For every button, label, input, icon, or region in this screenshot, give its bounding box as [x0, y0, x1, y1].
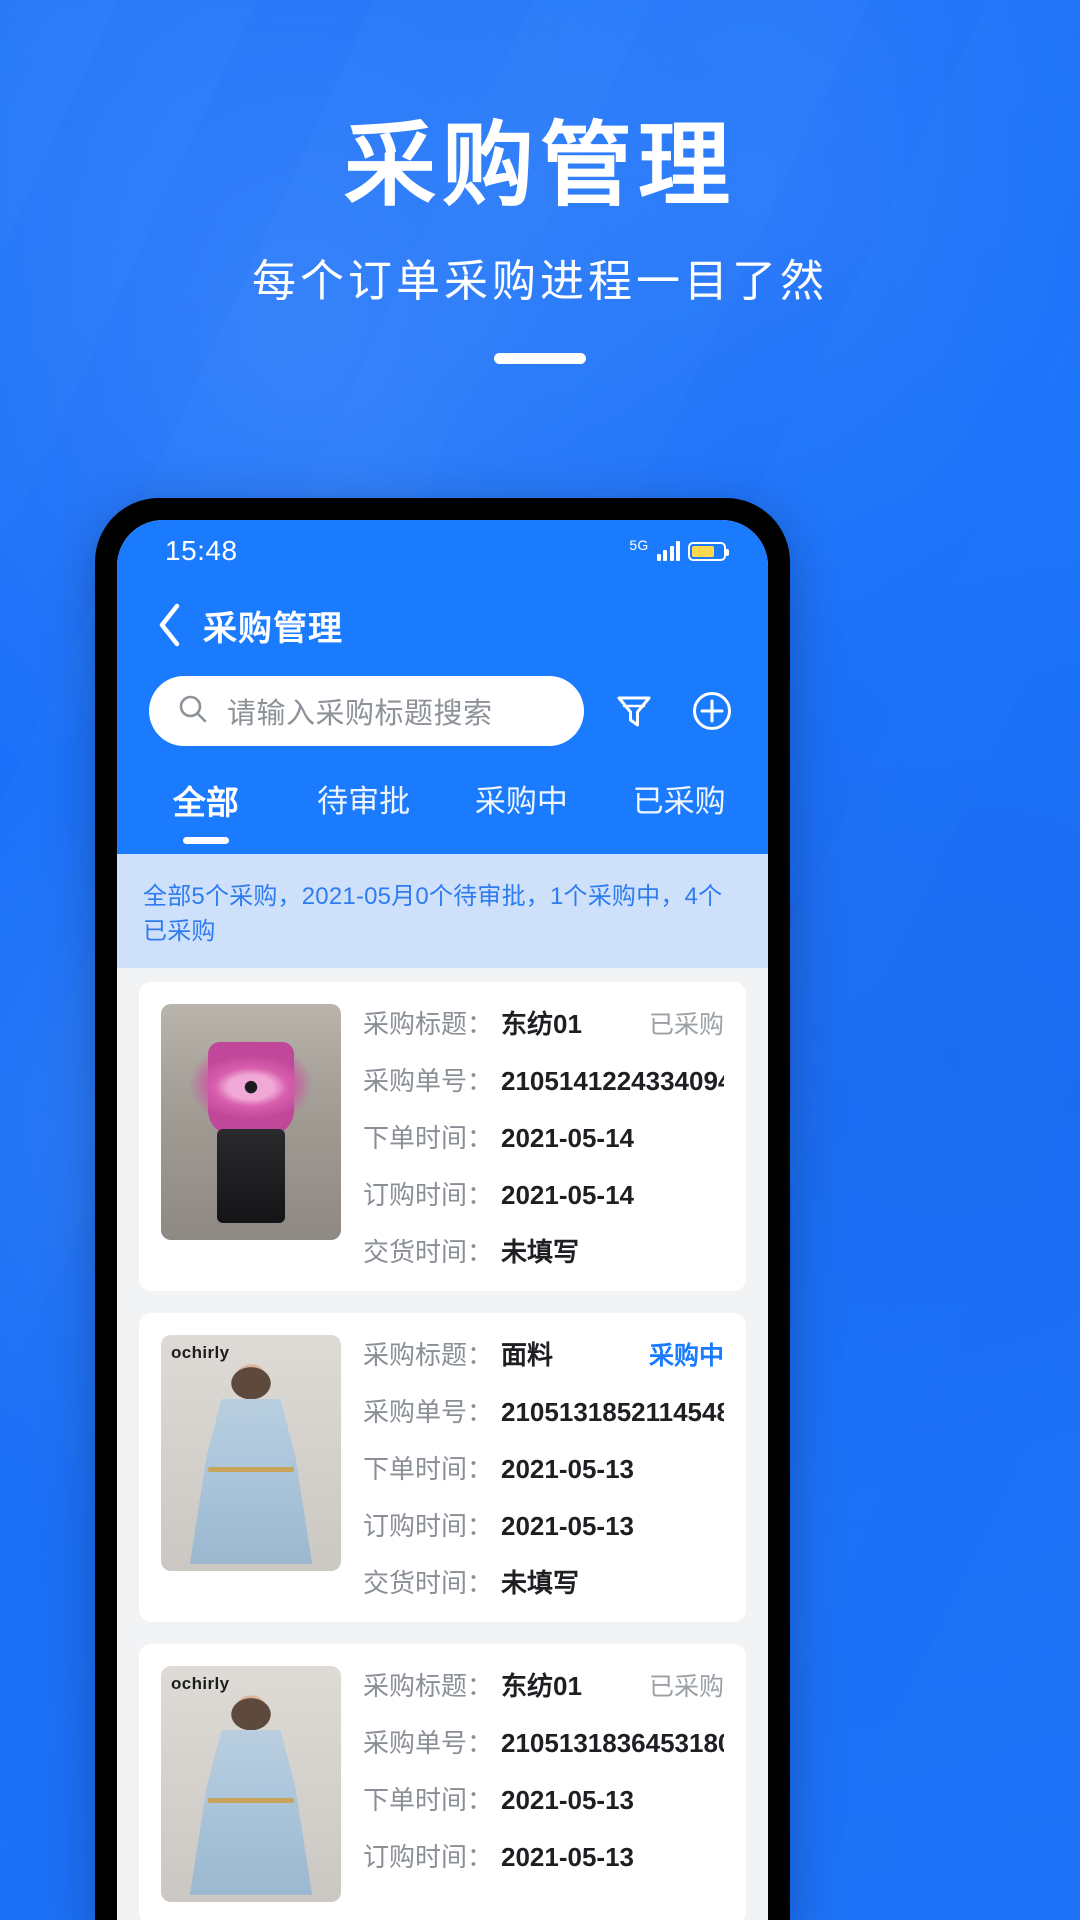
field-label: 采购标题：: [363, 1671, 494, 1701]
promo-page: 采购管理 每个订单采购进程一目了然 15:48 5G 采购管理 请输入采购标题搜…: [0, 0, 1080, 1920]
field-delivery-time: 交货时间： 未填写: [363, 1563, 724, 1600]
field-value: 2105131836453180: [501, 1728, 724, 1758]
phone-screen: 15:48 5G 采购管理 请输入采购标题搜索 全部 待审批 采购中 已采购 全…: [117, 520, 768, 1920]
field-title: 采购标题： 面料 采购中: [363, 1335, 724, 1372]
field-value: 2021-05-13: [501, 1785, 635, 1815]
purchase-list[interactable]: 采购标题： 东纺01 已采购 采购单号： 2105141224334094 下单…: [117, 968, 768, 1920]
status-tabs: 全部 待审批 采购中 已采购: [117, 768, 768, 854]
field-title: 采购标题： 东纺01 已采购: [363, 1004, 724, 1041]
field-label: 订购时间：: [363, 1511, 494, 1541]
field-value: 2021-05-14: [501, 1180, 635, 1210]
plus-circle-icon[interactable]: [684, 683, 740, 739]
field-value: 2021-05-13: [501, 1511, 635, 1541]
field-value: 东纺01: [501, 1671, 582, 1701]
status-bar: 15:48 5G: [117, 520, 768, 582]
hero-divider: [494, 352, 586, 364]
tab-label: 全部: [172, 784, 239, 821]
field-purchase-time: 订购时间： 2021-05-13: [363, 1506, 724, 1543]
tab-all[interactable]: 全部: [127, 772, 285, 854]
tab-purchased[interactable]: 已采购: [600, 772, 758, 854]
dress-belt-detail: [207, 1467, 295, 1473]
product-thumbnail: ochirly: [161, 1335, 341, 1571]
field-value: 2105131852114548: [501, 1397, 724, 1427]
field-value: 未填写: [501, 1237, 580, 1267]
dress-belt-detail: [207, 1798, 295, 1804]
search-placeholder: 请输入采购标题搜索: [227, 698, 493, 730]
card-fields: 采购标题： 东纺01 已采购 采购单号： 2105131836453180 下单…: [363, 1666, 724, 1902]
field-label: 采购标题：: [363, 1340, 494, 1370]
field-value: 面料: [501, 1340, 554, 1370]
search-icon: [177, 693, 209, 730]
field-title: 采购标题： 东纺01 已采购: [363, 1666, 724, 1703]
summary-bar: 全部5个采购，2021-05月0个待审批，1个采购中，4个已采购: [117, 854, 768, 968]
product-thumbnail: ochirly: [161, 1666, 341, 1902]
hero-section: 采购管理 每个订单采购进程一目了然: [0, 0, 1080, 364]
hero-subtitle: 每个订单采购进程一目了然: [252, 256, 828, 306]
signal-bars-icon: [656, 541, 680, 561]
status-badge: 采购中: [648, 1342, 724, 1370]
tab-purchasing[interactable]: 采购中: [443, 772, 601, 854]
status-bar-time: 15:48: [165, 535, 238, 566]
field-order-time: 下单时间： 2021-05-13: [363, 1780, 724, 1817]
field-value: 2021-05-13: [501, 1454, 635, 1484]
field-label: 下单时间：: [363, 1454, 494, 1484]
phone-mockup: 15:48 5G 采购管理 请输入采购标题搜索 全部 待审批 采购中 已采购 全…: [95, 498, 790, 1920]
field-label: 采购单号：: [363, 1728, 494, 1758]
tab-active-indicator: [182, 837, 229, 844]
search-row: 请输入采购标题搜索: [117, 668, 768, 768]
field-value: 东纺01: [501, 1009, 582, 1039]
thumbnail-brand-label: ochirly: [171, 1674, 230, 1693]
status-badge: 已采购: [648, 1673, 724, 1701]
page-title: 采购管理: [203, 609, 343, 648]
field-label: 采购标题：: [363, 1009, 494, 1039]
filter-icon[interactable]: [606, 683, 662, 739]
app-navbar: 采购管理: [117, 582, 768, 668]
field-value: 2021-05-14: [501, 1123, 635, 1153]
field-label: 下单时间：: [363, 1123, 494, 1153]
field-value: 2021-05-13: [501, 1842, 635, 1872]
field-value: 未填写: [501, 1568, 580, 1598]
field-order-time: 下单时间： 2021-05-14: [363, 1118, 724, 1155]
status-badge: 已采购: [648, 1011, 724, 1039]
list-item[interactable]: ochirly 采购标题： 面料 采购中 采购单号： 2105131852114…: [139, 1313, 746, 1622]
hero-title: 采购管理: [343, 115, 736, 217]
field-label: 下单时间：: [363, 1785, 494, 1815]
field-order-no: 采购单号： 2105141224334094: [363, 1061, 724, 1098]
field-order-no: 采购单号： 2105131836453180: [363, 1723, 724, 1760]
card-fields: 采购标题： 面料 采购中 采购单号： 2105131852114548 下单时间…: [363, 1335, 724, 1600]
thumbnail-brand-label: ochirly: [171, 1343, 230, 1362]
field-delivery-time: 交货时间： 未填写: [363, 1232, 724, 1269]
field-label: 交货时间：: [363, 1237, 494, 1267]
field-label: 订购时间：: [363, 1180, 494, 1210]
field-order-no: 采购单号： 2105131852114548: [363, 1392, 724, 1429]
status-bar-icons: 5G: [629, 537, 729, 561]
tab-label: 待审批: [317, 784, 411, 819]
field-purchase-time: 订购时间： 2021-05-13: [363, 1837, 724, 1874]
field-label: 订购时间：: [363, 1842, 494, 1872]
search-input[interactable]: 请输入采购标题搜索: [149, 676, 584, 746]
field-value: 2105141224334094: [501, 1066, 724, 1096]
back-button[interactable]: [143, 599, 195, 651]
tab-label: 已采购: [632, 784, 726, 819]
tab-pending-approval[interactable]: 待审批: [285, 772, 443, 854]
network-type-label: 5G: [629, 537, 649, 553]
field-label: 采购单号：: [363, 1397, 494, 1427]
field-purchase-time: 订购时间： 2021-05-14: [363, 1175, 724, 1212]
product-thumbnail: [161, 1004, 341, 1240]
field-label: 采购单号：: [363, 1066, 494, 1096]
list-item[interactable]: ochirly 采购标题： 东纺01 已采购 采购单号： 21051318364…: [139, 1644, 746, 1920]
field-label: 交货时间：: [363, 1568, 494, 1598]
card-fields: 采购标题： 东纺01 已采购 采购单号： 2105141224334094 下单…: [363, 1004, 724, 1269]
tab-label: 采购中: [474, 784, 568, 819]
list-item[interactable]: 采购标题： 东纺01 已采购 采购单号： 2105141224334094 下单…: [139, 982, 746, 1291]
field-order-time: 下单时间： 2021-05-13: [363, 1449, 724, 1486]
battery-icon: [688, 542, 729, 561]
